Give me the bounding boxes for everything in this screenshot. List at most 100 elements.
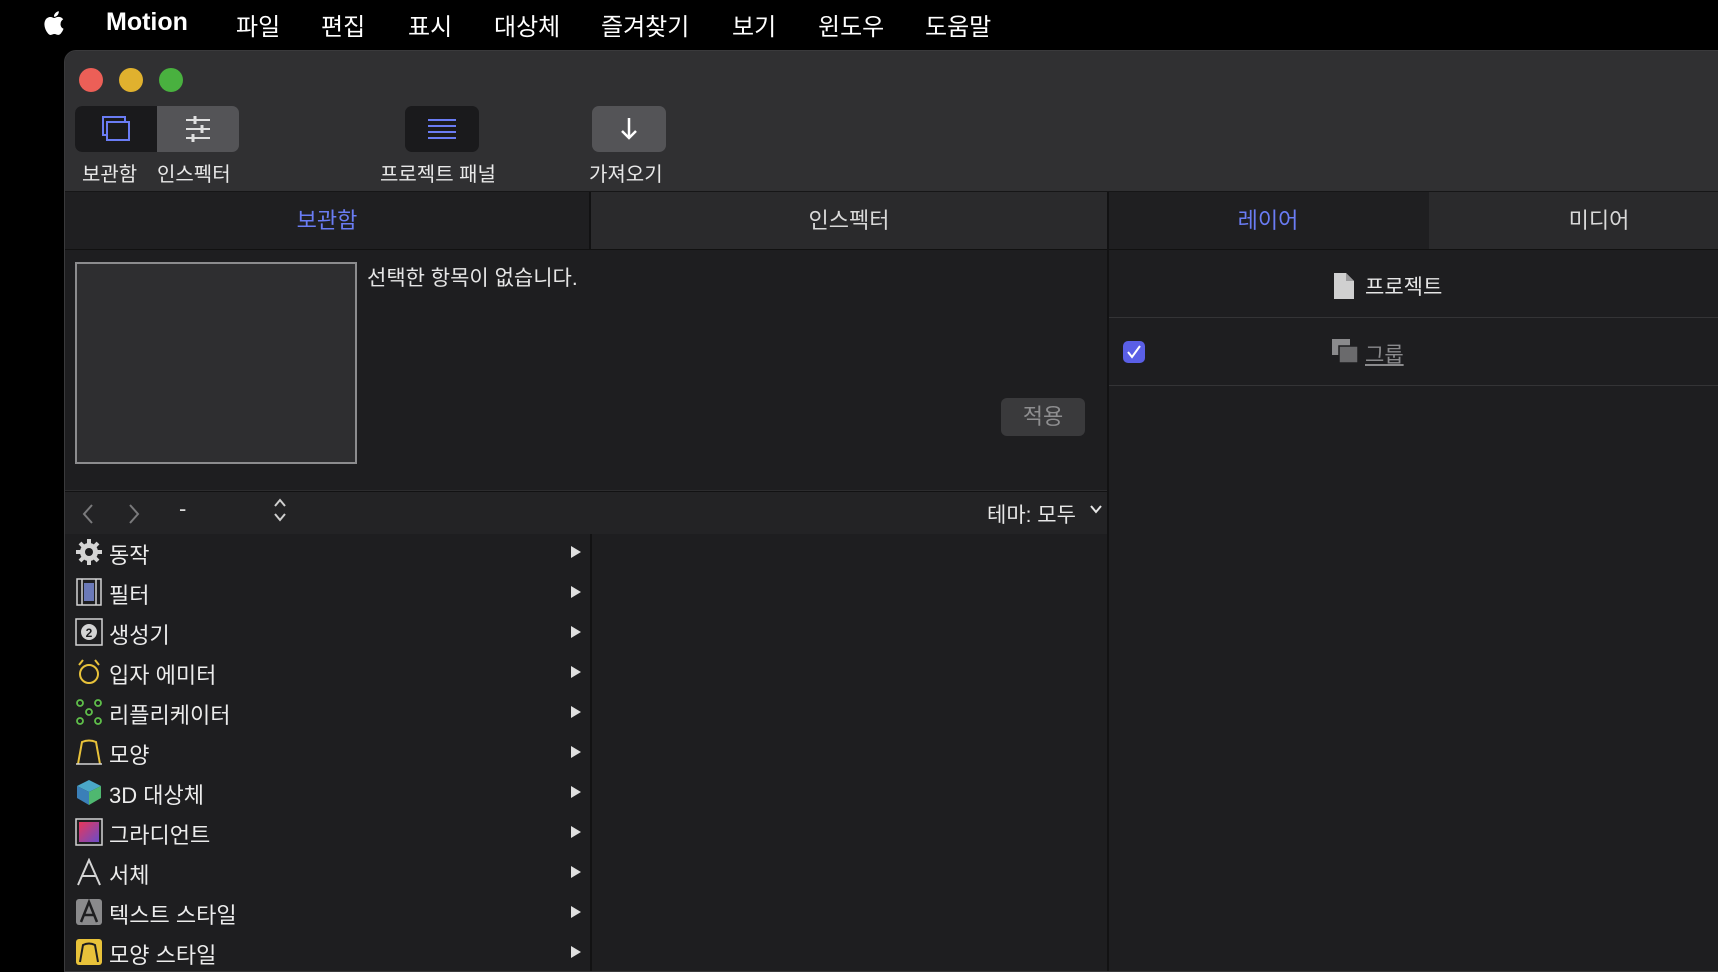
list-item-label: 모양: [109, 743, 150, 768]
list-item-label: 3D 대상체: [109, 783, 204, 808]
preview-thumbnail: [75, 262, 357, 464]
list-item-label: 생성기: [109, 623, 170, 648]
list-item[interactable]: 2 생성기: [65, 614, 590, 652]
disclosure-arrow-icon[interactable]: [571, 786, 581, 798]
close-button[interactable]: [79, 68, 103, 92]
disclosure-arrow-icon[interactable]: [571, 666, 581, 678]
layers-panel: 프로젝트 그룹: [1109, 250, 1718, 971]
menu-app-name[interactable]: Motion: [106, 8, 188, 37]
replicator-icon: [76, 699, 102, 725]
checkmark-icon: [1127, 345, 1141, 359]
menu-mark[interactable]: 표시: [408, 7, 452, 42]
list-item-label: 모양 스타일: [109, 943, 217, 968]
list-item-label: 입자 에미터: [109, 663, 217, 688]
list-item-label: 그라디언트: [109, 823, 211, 848]
list-item-label: 리플리케이터: [109, 703, 231, 728]
list-item[interactable]: 서체: [65, 854, 590, 892]
menu-favorites[interactable]: 즐겨찾기: [601, 7, 689, 42]
forward-icon[interactable]: [127, 503, 141, 525]
list-item[interactable]: 입자 에미터: [65, 654, 590, 692]
font-icon: [77, 858, 101, 886]
document-icon: [1334, 273, 1354, 299]
gradient-icon: [75, 818, 103, 846]
project-panel-label: 프로젝트 패널: [380, 164, 496, 186]
list-item-label: 텍스트 스타일: [109, 903, 237, 928]
disclosure-arrow-icon[interactable]: [571, 626, 581, 638]
disclosure-arrow-icon[interactable]: [571, 826, 581, 838]
motion-window: 보관함 인스펙터 프로젝트 패널 가져오기 보관함 인스펙터 레이어 미디어 선…: [64, 50, 1718, 972]
library-toggle-label: 보관함: [82, 164, 138, 186]
disclosure-arrow-icon[interactable]: [571, 906, 581, 918]
project-panel-button[interactable]: [405, 106, 479, 152]
theme-selector[interactable]: 테마: 모두: [987, 499, 1076, 529]
list-item-label: 필터: [109, 583, 150, 608]
disclosure-arrow-icon[interactable]: [571, 546, 581, 558]
disclosure-arrow-icon[interactable]: [571, 586, 581, 598]
minimize-button[interactable]: [119, 68, 143, 92]
list-item[interactable]: 3D 대상체: [65, 774, 590, 812]
group-layer-label[interactable]: 그룹: [1365, 339, 1404, 369]
text-style-icon: [76, 898, 102, 925]
tab-layers[interactable]: 레이어: [1109, 192, 1427, 249]
layers-media-tabs: 레이어 미디어: [1109, 192, 1718, 250]
path-stepper-icon[interactable]: [273, 496, 287, 524]
list-icon: [428, 119, 456, 139]
menu-window[interactable]: 윈도우: [818, 7, 884, 42]
shape-icon: [76, 739, 102, 765]
layer-row-project[interactable]: 프로젝트: [1109, 250, 1718, 318]
sliders-icon: [186, 116, 210, 142]
menu-view[interactable]: 보기: [732, 7, 776, 42]
tab-divider: [589, 192, 591, 249]
list-item[interactable]: 모양: [65, 734, 590, 772]
chevron-down-icon[interactable]: [1089, 504, 1103, 514]
menu-help[interactable]: 도움말: [925, 7, 991, 42]
gear-icon: [76, 539, 102, 565]
tab-library[interactable]: 보관함: [65, 192, 589, 249]
film-icon: [76, 578, 102, 606]
no-selection-text: 선택한 항목이 없습니다.: [367, 267, 578, 290]
disclosure-arrow-icon[interactable]: [571, 706, 581, 718]
library-toggle-button[interactable]: [75, 106, 157, 152]
disclosure-arrow-icon[interactable]: [571, 746, 581, 758]
library-preview: 선택한 항목이 없습니다. 적용: [65, 250, 1107, 490]
menu-file[interactable]: 파일: [236, 7, 280, 42]
inspector-toggle-label: 인스펙터: [157, 164, 231, 186]
library-contents: [592, 534, 1107, 971]
apple-icon[interactable]: [40, 9, 66, 37]
tab-media[interactable]: 미디어: [1429, 192, 1718, 249]
library-nav-bar: - 테마: 모두: [65, 491, 1107, 535]
menu-edit[interactable]: 편집: [321, 7, 365, 42]
import-button[interactable]: [592, 106, 666, 152]
zoom-button[interactable]: [159, 68, 183, 92]
particle-icon: [78, 659, 100, 684]
inspector-toggle-button[interactable]: [157, 106, 239, 152]
library-category-list: 동작 필터 2 생성기 입자 에미터 리플리케이터 모양 3D 대상체 그라디언…: [65, 534, 590, 971]
library-inspector-toggle: [75, 106, 239, 152]
group-icon: [1332, 339, 1359, 364]
tab-inspector[interactable]: 인스펙터: [591, 192, 1107, 249]
project-layer-label: 프로젝트: [1365, 276, 1443, 299]
import-label: 가져오기: [589, 164, 663, 186]
group-enabled-checkbox[interactable]: [1123, 341, 1145, 363]
library-path-value[interactable]: -: [179, 496, 186, 522]
shape-style-icon: [76, 939, 102, 965]
menu-bar: Motion 파일 편집 표시 대상체 즐겨찾기 보기 윈도우 도움말: [0, 0, 1718, 44]
menu-object[interactable]: 대상체: [494, 7, 560, 42]
layer-row-group[interactable]: 그룹: [1109, 318, 1718, 386]
library-inspector-tabs: 보관함 인스펙터: [65, 192, 1107, 250]
list-item[interactable]: 모양 스타일: [65, 934, 590, 971]
arrow-down-icon: [621, 118, 637, 140]
list-item-label: 동작: [109, 543, 150, 568]
cube-icon: [77, 780, 101, 805]
disclosure-arrow-icon[interactable]: [571, 946, 581, 958]
list-item[interactable]: 동작: [65, 534, 590, 572]
back-icon[interactable]: [81, 503, 95, 525]
list-item[interactable]: 필터: [65, 574, 590, 612]
list-item[interactable]: 그라디언트: [65, 814, 590, 852]
toolbar: 보관함 인스펙터 프로젝트 패널 가져오기: [65, 51, 1718, 192]
disclosure-arrow-icon[interactable]: [571, 866, 581, 878]
apply-button[interactable]: 적용: [1001, 398, 1085, 436]
list-item-label: 서체: [109, 863, 150, 888]
list-item[interactable]: 리플리케이터: [65, 694, 590, 732]
list-item[interactable]: 텍스트 스타일: [65, 894, 590, 932]
